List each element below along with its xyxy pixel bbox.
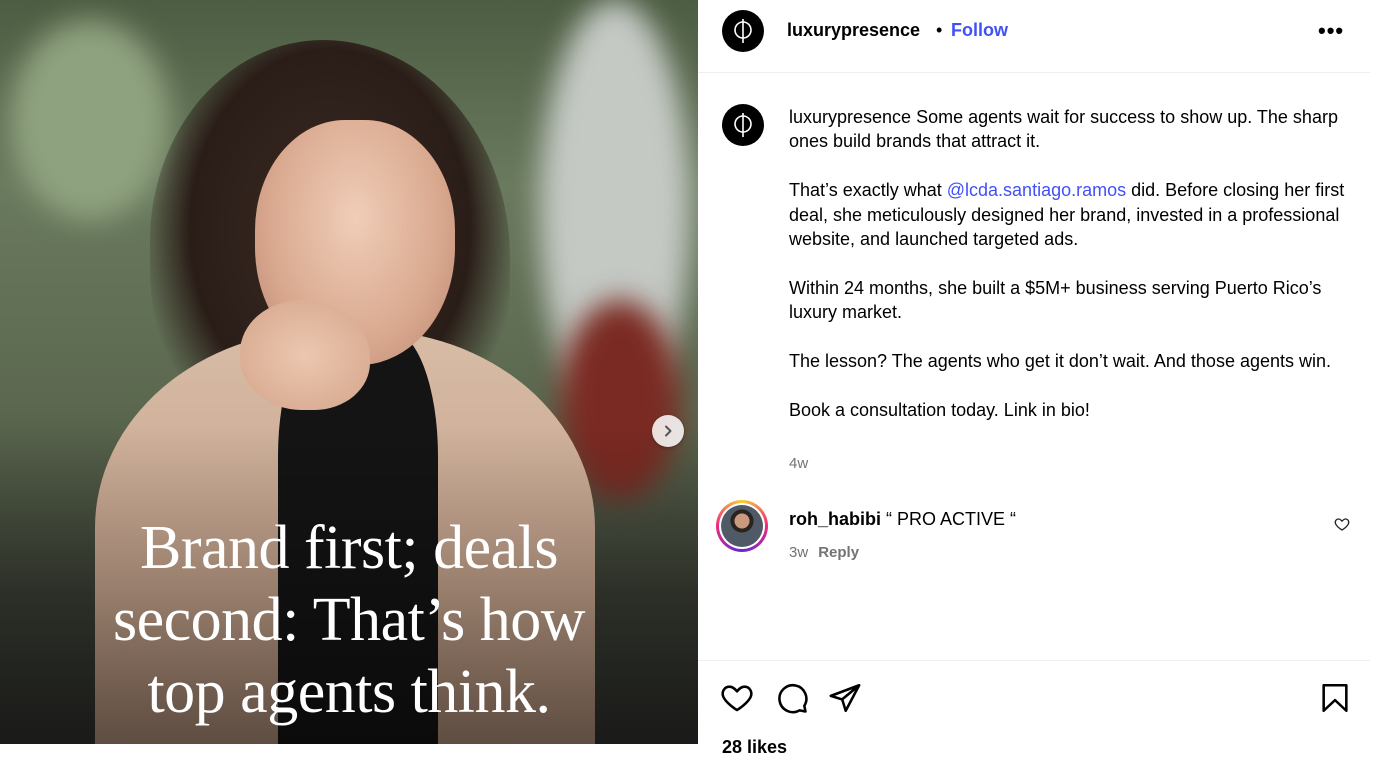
background-foliage <box>10 20 170 220</box>
reply-button[interactable]: Reply <box>818 544 859 561</box>
caption-username[interactable]: luxurypresence <box>789 107 911 127</box>
mention-link[interactable]: @lcda.santiago.ramos <box>947 180 1126 200</box>
comment-like-button[interactable] <box>1334 516 1350 537</box>
image-caption-line: top agents think. <box>147 658 551 726</box>
comment-button[interactable] <box>775 681 809 720</box>
header-separator: • <box>936 20 943 40</box>
heart-icon <box>721 685 753 712</box>
likes-count[interactable]: 28 likes <box>722 737 787 758</box>
caption-paragraph: Book a consultation today. Link in bio! <box>789 399 1090 420</box>
heart-icon <box>1334 518 1350 531</box>
post-image[interactable]: Brand first; deals second: That’s how to… <box>0 0 698 744</box>
avatar[interactable] <box>722 104 764 146</box>
save-button[interactable] <box>1318 681 1352 720</box>
post-details-panel: luxurypresence • Follow ••• luxurypresen… <box>698 0 1370 757</box>
header-username[interactable]: luxurypresence <box>787 20 920 41</box>
caption-timestamp[interactable]: 4w <box>789 455 808 472</box>
image-caption-line: Brand first; deals <box>139 514 559 582</box>
comment-text: “ PRO ACTIVE “ <box>881 509 1017 529</box>
comment-timestamp[interactable]: 3w <box>789 544 808 561</box>
comment-meta: 3w Reply <box>789 544 859 561</box>
comment-username[interactable]: roh_habibi <box>789 509 881 529</box>
comment-line: roh_habibi “ PRO ACTIVE “ <box>789 509 1016 530</box>
person-hand <box>240 300 370 410</box>
chevron-right-icon <box>665 425 672 437</box>
like-button[interactable] <box>720 681 754 720</box>
share-icon <box>829 683 861 713</box>
luxury-presence-logo-icon <box>734 19 752 43</box>
more-options-button[interactable]: ••• <box>1318 18 1344 44</box>
avatar[interactable] <box>716 500 768 552</box>
caption-paragraph: The lesson? The agents who get it don’t … <box>789 351 1332 372</box>
image-caption-line: second: That’s how <box>112 586 586 654</box>
bookmark-icon <box>1322 683 1348 713</box>
caption-paragraph: Within 24 months, she built a $5M+ busin… <box>789 277 1322 323</box>
action-bar: 28 likes <box>698 660 1370 757</box>
luxury-presence-logo-icon <box>734 113 752 137</box>
share-button[interactable] <box>828 681 862 720</box>
avatar[interactable] <box>722 10 764 52</box>
post-header: luxurypresence • Follow ••• <box>698 0 1370 73</box>
follow-button[interactable]: Follow <box>951 20 1008 41</box>
caption-text: luxurypresence Some agents wait for succ… <box>789 105 1359 422</box>
next-slide-button[interactable] <box>652 415 684 447</box>
scroll-gutter <box>1370 0 1398 744</box>
caption-paragraph: That’s exactly what <box>789 180 947 201</box>
comment-icon <box>778 684 808 714</box>
image-caption: Brand first; deals second: That’s how to… <box>0 512 698 728</box>
